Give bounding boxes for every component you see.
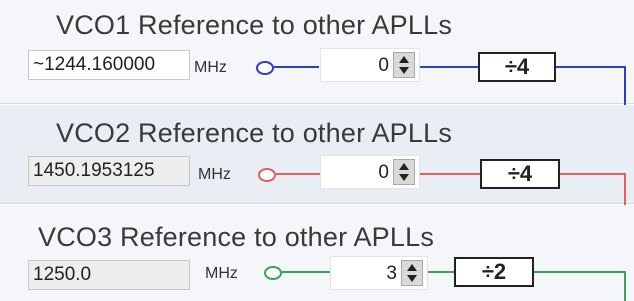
vco1-wire-b xyxy=(420,66,480,68)
arrow-down-icon[interactable] xyxy=(399,174,409,181)
vco2-output-port-icon xyxy=(258,168,276,182)
vco1-wire-down xyxy=(624,66,626,106)
vco2-divider-spinner[interactable]: 0 xyxy=(320,155,420,189)
vco3-spinner-value: 3 xyxy=(386,263,397,284)
vco2-wire-a xyxy=(276,173,320,175)
vco2-spinner-value: 0 xyxy=(378,162,389,183)
vco3-output-port-icon xyxy=(264,266,282,280)
vco1-spinner-value: 0 xyxy=(378,55,389,76)
vco1-wire-c xyxy=(556,66,626,68)
vco3-wire-down xyxy=(624,271,626,301)
vco1-divider-box: ÷4 xyxy=(478,52,556,82)
vco1-divider-spinner[interactable]: 0 xyxy=(320,48,420,82)
vco2-wire-down xyxy=(624,173,626,208)
vco3-frequency-field[interactable]: 1250.0 xyxy=(28,260,190,290)
vco1-wire-a xyxy=(274,66,319,68)
vco1-frequency-field[interactable]: ~1244.160000 xyxy=(28,50,190,80)
vco2-spinner-arrows-icon[interactable] xyxy=(393,159,415,185)
vco3-spinner-arrows-icon[interactable] xyxy=(401,260,423,286)
arrow-up-icon[interactable] xyxy=(399,56,409,63)
vco2-wire-c xyxy=(560,173,626,175)
vco2-wire-b xyxy=(420,173,482,175)
arrow-down-icon[interactable] xyxy=(399,67,409,74)
vco3-wire-a xyxy=(282,271,330,273)
vco3-wire-b xyxy=(428,271,456,273)
arrow-up-icon[interactable] xyxy=(407,264,417,271)
vco1-title: VCO1 Reference to other APLLs xyxy=(56,10,453,40)
vco2-title: VCO2 Reference to other APLLs xyxy=(56,118,453,148)
vco3-unit-label: MHz xyxy=(205,265,238,282)
vco1-output-port-icon xyxy=(256,61,274,75)
arrow-up-icon[interactable] xyxy=(399,163,409,170)
vco2-unit-label: MHz xyxy=(198,166,231,183)
vco1-unit-label: MHz xyxy=(194,59,227,76)
vco2-divider-box: ÷4 xyxy=(480,159,560,189)
vco3-divider-box: ÷2 xyxy=(454,257,534,287)
vco3-divider-spinner[interactable]: 3 xyxy=(330,256,428,290)
arrow-down-icon[interactable] xyxy=(407,275,417,282)
vco3-title: VCO3 Reference to other APLLs xyxy=(38,222,435,252)
vco3-wire-c xyxy=(534,271,626,273)
vco2-frequency-field[interactable]: 1450.1953125 xyxy=(28,156,190,186)
vco1-spinner-arrows-icon[interactable] xyxy=(393,52,415,78)
